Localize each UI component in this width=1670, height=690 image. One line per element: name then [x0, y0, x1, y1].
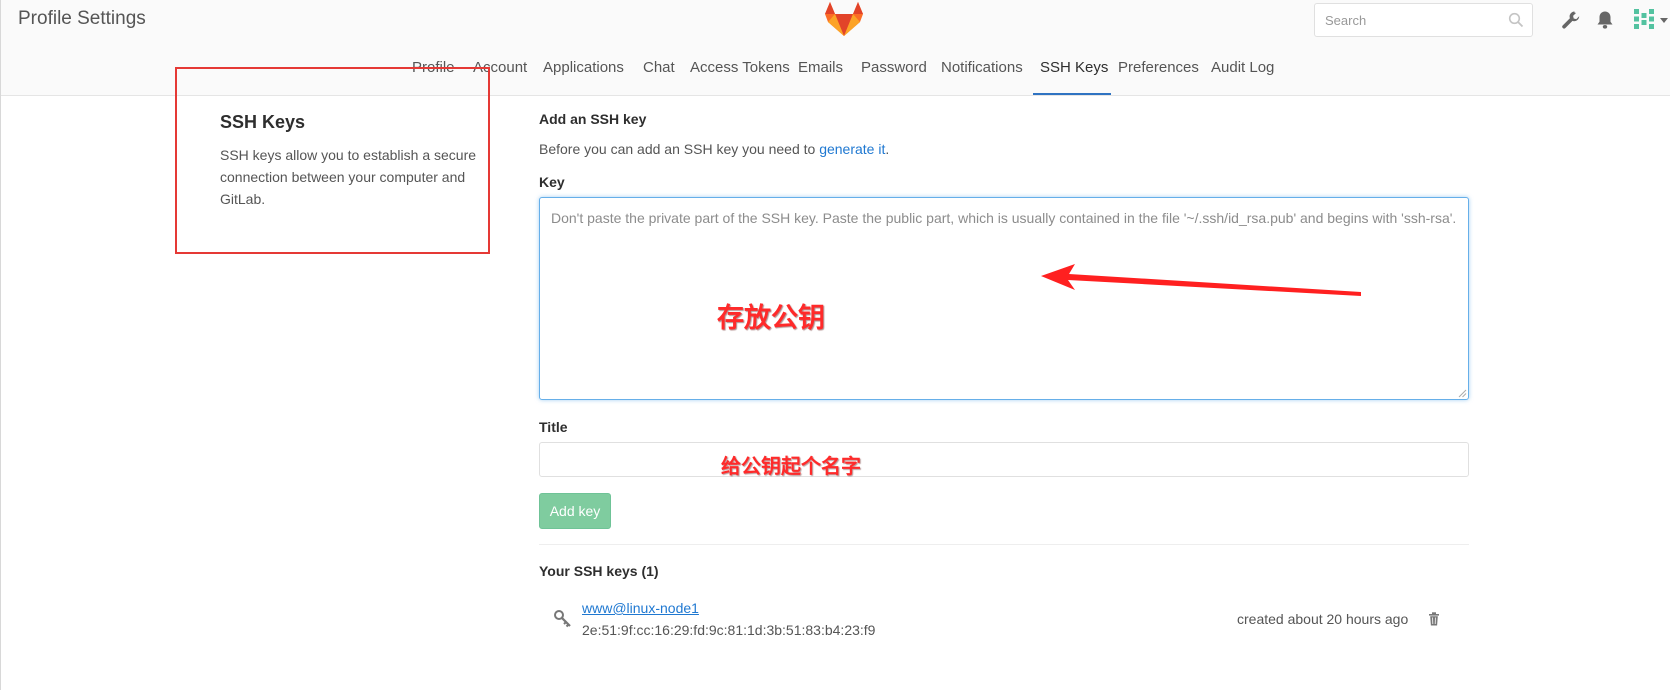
annotation-arrow-icon: [1041, 264, 1361, 296]
search-icon[interactable]: [1508, 12, 1524, 28]
search-input[interactable]: [1315, 4, 1495, 36]
wrench-icon[interactable]: [1560, 9, 1582, 31]
tab-emails[interactable]: Emails: [798, 56, 843, 96]
help-suffix: .: [885, 141, 890, 157]
gitlab-tanuki-icon[interactable]: [824, 1, 864, 37]
title-input[interactable]: [539, 442, 1469, 477]
tab-access-tokens[interactable]: Access Tokens: [690, 56, 790, 96]
ssh-key-row: www@linux-node1 2e:51:9f:cc:16:29:fd:9c:…: [539, 595, 1469, 645]
key-label: Key: [539, 174, 565, 190]
ssh-keys-heading: Your SSH keys (1): [539, 563, 659, 579]
tab-preferences[interactable]: Preferences: [1118, 56, 1199, 96]
divider: [539, 544, 1469, 545]
resize-handle-icon[interactable]: [1457, 388, 1467, 398]
chevron-down-icon[interactable]: [1659, 16, 1669, 24]
ssh-key-fingerprint: 2e:51:9f:cc:16:29:fd:9c:81:1d:3b:51:83:b…: [582, 622, 876, 638]
key-icon: [554, 610, 571, 628]
tab-chat[interactable]: Chat: [643, 56, 675, 96]
annotation-title-note: 给公钥起个名字: [721, 454, 861, 478]
title-label: Title: [539, 419, 568, 435]
search-box[interactable]: [1314, 3, 1533, 37]
tab-audit-log[interactable]: Audit Log: [1211, 56, 1274, 96]
annotation-key-note: 存放公钥: [717, 303, 825, 334]
add-key-button[interactable]: Add key: [539, 493, 611, 529]
active-tab-indicator: [1033, 93, 1111, 95]
bell-icon[interactable]: [1594, 9, 1616, 31]
annotation-highlight-box: [175, 67, 490, 254]
form-help-text: Before you can add an SSH key you need t…: [539, 141, 889, 157]
ssh-key-title-link[interactable]: www@linux-node1: [582, 600, 699, 616]
tab-notifications[interactable]: Notifications: [941, 56, 1023, 96]
ssh-key-created-time: created about 20 hours ago: [1237, 611, 1409, 627]
trash-icon[interactable]: [1426, 611, 1442, 627]
avatar[interactable]: [1630, 5, 1658, 33]
page-title: Profile Settings: [18, 8, 146, 29]
help-prefix: Before you can add an SSH key you need t…: [539, 141, 820, 157]
tab-password[interactable]: Password: [861, 56, 927, 96]
form-heading: Add an SSH key: [539, 111, 647, 127]
tab-applications[interactable]: Applications: [543, 56, 624, 96]
generate-it-link[interactable]: generate it: [819, 141, 885, 157]
profile-settings-page: Profile Settings Search Profile Account …: [0, 0, 1670, 690]
tab-ssh-keys[interactable]: SSH Keys: [1040, 56, 1108, 96]
